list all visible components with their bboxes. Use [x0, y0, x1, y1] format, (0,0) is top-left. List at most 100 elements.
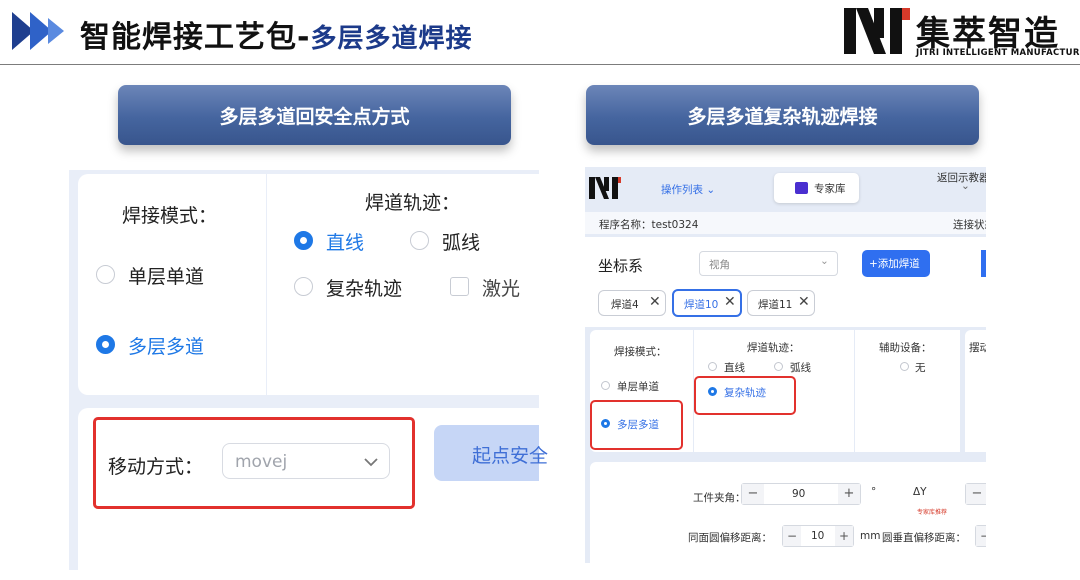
highlight-multi-layer — [590, 400, 683, 450]
header-divider — [0, 64, 1080, 65]
r-radio-single-layer[interactable] — [601, 381, 610, 390]
offset-unit: mm — [860, 530, 881, 542]
move-method-value: movej — [235, 452, 288, 472]
close-icon[interactable]: ✕ — [724, 294, 736, 310]
radio-arc[interactable]: 弧线 — [410, 228, 500, 254]
tag-label: 焊道11 — [758, 299, 793, 311]
vertical-offset-stepper[interactable]: − — [975, 525, 986, 547]
close-icon[interactable]: ✕ — [649, 294, 661, 310]
expert-library-label: 专家库 — [814, 183, 846, 195]
radio-straight[interactable]: 直线 — [294, 228, 384, 254]
expert-icon — [795, 182, 808, 194]
play-arrows-icon — [12, 12, 64, 50]
tag-label: 焊道4 — [611, 299, 639, 311]
operation-menu-label: 操作列表 — [661, 184, 703, 196]
view-select[interactable]: 视角 ⌄ — [699, 251, 838, 276]
next-button-edge[interactable] — [981, 250, 986, 277]
page-title: 智能焊接工艺包-多层多道焊接 — [80, 12, 472, 56]
radio-label: 直线 — [326, 232, 365, 254]
radio-label: 复杂轨迹 — [326, 278, 403, 300]
minus-icon[interactable]: − — [976, 526, 986, 546]
banner-complex-trajectory: 多层多道复杂轨迹焊接 — [586, 85, 979, 145]
coordinate-section: 坐标系 视角 ⌄ +添加焊道 焊道4 ✕ 焊道10 ✕ 焊道11 ✕ — [585, 237, 986, 327]
start-safe-point-label: 起点安全 — [472, 445, 549, 467]
view-select-value: 视角 — [709, 259, 730, 271]
banner-safe-point-method: 多层多道回安全点方式 — [118, 85, 511, 145]
radio-circle-off — [96, 265, 115, 284]
expert-library-button[interactable]: 专家库 — [774, 173, 859, 203]
radio-label: 弧线 — [442, 232, 481, 254]
r-params-section: 工件夹角： − 90 + ° ΔY 专家库推荐 − 同面圆偏移距离： − 10 … — [590, 462, 986, 563]
r-radio-arc[interactable] — [774, 362, 783, 371]
coordinate-label: 坐标系 — [598, 257, 644, 275]
chevron-down-icon: ⌄ — [961, 180, 970, 192]
move-method-label: 移动方式： — [108, 456, 204, 478]
chevron-down-icon: ⌄ — [703, 184, 716, 196]
logo-subtext: JITRI INTELLIGENT MANUFACTURING — [916, 48, 1080, 58]
clamp-angle-label: 工件夹角： — [693, 492, 746, 504]
radio-circle-off — [410, 231, 429, 250]
r-radio-straight[interactable] — [708, 362, 717, 371]
r-radio-label: 无 — [915, 362, 926, 374]
jitri-logo-icon — [844, 8, 910, 54]
plus-icon[interactable]: + — [835, 526, 853, 546]
minus-icon[interactable]: − — [966, 484, 986, 504]
r-radio-label: 直线 — [724, 362, 745, 374]
connection-status: 连接状态 — [953, 219, 986, 231]
tag-label: 焊道10 — [684, 299, 719, 311]
right-screenshot-panel: 操作列表 ⌄ 专家库 返回示教器 ⌄ 程序名称：test0324 连接状态 坐标… — [585, 167, 986, 563]
r-aux-label: 辅助设备： — [879, 342, 932, 354]
r-radio-none[interactable] — [900, 362, 909, 371]
close-icon[interactable]: ✕ — [798, 294, 810, 310]
chevron-down-icon: ⌄ — [820, 255, 829, 267]
tag-weld-10[interactable]: 焊道10 ✕ — [672, 289, 742, 317]
start-safe-point-button[interactable]: 起点安全 — [434, 425, 548, 481]
weld-mode-label: 焊接模式： — [122, 205, 218, 227]
r-weld-mode-label: 焊接模式： — [614, 346, 667, 358]
highlight-complex-track — [694, 376, 796, 415]
checkbox-laser[interactable]: 激光 — [450, 274, 530, 300]
offset-value: 10 — [811, 530, 825, 542]
vertical-offset-label: 圆垂直偏移距离： — [882, 532, 966, 544]
weld-mode-card: 焊接模式： 单层单道 多层多道 — [78, 174, 266, 395]
checkbox-box — [450, 277, 469, 296]
r-weld-track-label: 焊道轨迹： — [747, 342, 800, 354]
jitri-small-logo-icon — [589, 177, 621, 199]
move-method-select[interactable]: movej — [222, 443, 390, 479]
offset-label: 同面圆偏移距离： — [688, 532, 772, 544]
radio-circle-on — [294, 231, 313, 250]
page-title-main: 智能焊接工艺包- — [80, 20, 311, 55]
tag-weld-4[interactable]: 焊道4 ✕ — [598, 290, 666, 316]
r-aux-card: 辅助设备： 无 — [855, 330, 960, 452]
r-radio-label: 弧线 — [790, 362, 811, 374]
minus-icon[interactable]: − — [742, 484, 764, 504]
clamp-angle-value: 90 — [792, 488, 806, 500]
program-name: 程序名称：test0324 — [599, 219, 699, 231]
delta-y-stepper[interactable]: − — [965, 483, 986, 505]
radio-label: 多层多道 — [128, 336, 205, 358]
r-radio-label: 单层单道 — [617, 381, 659, 393]
delta-y-label: ΔY — [913, 486, 927, 498]
weld-track-card: 焊道轨迹： 直线 弧线 复杂轨迹 激光 — [267, 174, 539, 395]
tag-weld-11[interactable]: 焊道11 ✕ — [747, 290, 815, 316]
weld-track-label: 焊道轨迹： — [365, 192, 461, 214]
recommend-note: 专家库推荐 — [917, 509, 948, 516]
add-weld-button[interactable]: +添加焊道 — [862, 250, 930, 277]
plus-icon[interactable]: + — [838, 484, 860, 504]
r-swing-card: 摆动 — [965, 330, 986, 452]
program-info-bar: 程序名称：test0324 连接状态 — [585, 212, 986, 234]
radio-circle-off — [294, 277, 313, 296]
r-swing-label: 摆动 — [969, 342, 986, 354]
chevron-down-icon — [364, 458, 378, 467]
radio-circle-on — [96, 335, 115, 354]
add-weld-label: +添加焊道 — [869, 258, 920, 270]
degree-unit: ° — [871, 486, 877, 498]
offset-stepper[interactable]: − 10 + — [782, 525, 854, 547]
clamp-angle-stepper[interactable]: − 90 + — [741, 483, 861, 505]
operation-menu[interactable]: 操作列表 ⌄ — [661, 182, 715, 197]
radio-label: 单层单道 — [128, 266, 205, 288]
page-title-highlight: 多层多道焊接 — [310, 24, 473, 54]
radio-complex[interactable]: 复杂轨迹 — [294, 274, 414, 300]
minus-icon[interactable]: − — [783, 526, 801, 546]
checkbox-label: 激光 — [482, 278, 521, 300]
